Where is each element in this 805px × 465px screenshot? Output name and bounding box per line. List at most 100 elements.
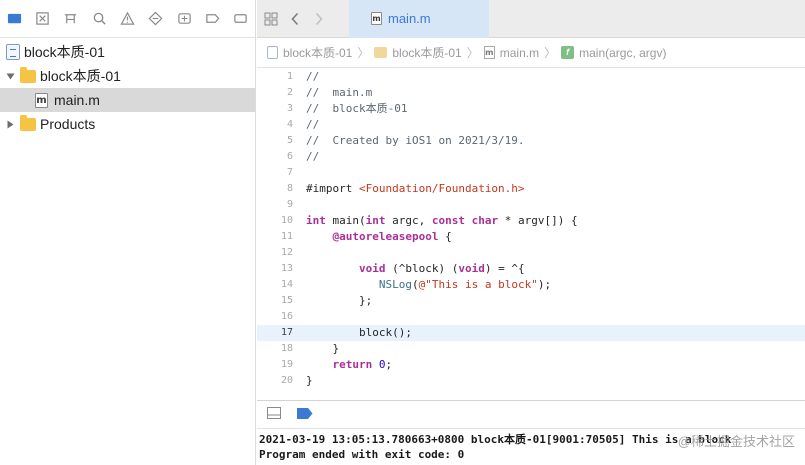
code-line[interactable]: 3 // block本质-01 [257,101,805,117]
code-line[interactable]: 10 int main(int argc, const char * argv[]… [257,213,805,229]
line-number[interactable]: 4 [257,117,293,133]
tab-label: main.m [388,11,431,26]
disclosure-collapsed-icon[interactable] [4,118,16,130]
source-editor: m main.m block本质-01 〉 block本质-01 〉 m mai… [257,0,805,400]
breakpoints-toggle-icon[interactable] [297,407,313,422]
project-file-icon [267,46,278,59]
tree-item-label: block本质-01 [24,44,105,60]
tree-item-products[interactable]: Products [0,112,255,136]
code-line[interactable]: 9 [257,197,805,213]
forward-chevron-icon[interactable] [307,0,331,38]
line-number[interactable]: 20 [257,373,293,389]
test-icon[interactable] [142,0,170,38]
project-navigator-icon[interactable] [0,0,28,38]
chevron-right-icon: 〉 [544,46,557,60]
file-tree: block本质-01 block本质-01 m main.m Products [0,38,255,136]
code-line[interactable]: 13 void (^block) (void) = ^{ [257,261,805,277]
tree-item-label: Products [40,116,96,132]
code-line[interactable]: 7 [257,165,805,181]
chevron-right-icon: 〉 [357,46,370,60]
jump-bar-project[interactable]: block本质-01 [283,44,352,61]
disclosure-expanded-icon[interactable] [4,70,16,82]
code-line[interactable]: 4 // [257,117,805,133]
code-text: // [306,118,320,131]
folder-icon [20,114,36,131]
line-number[interactable]: 8 [257,181,293,197]
code-text: // Created by iOS1 on 2021/3/19. [306,134,525,147]
code-text: int main(int argc, const char * argv[]) … [306,214,578,227]
source-control-icon[interactable] [28,0,56,38]
code-line[interactable]: 17 block(); [257,325,805,341]
function-icon: f [561,46,575,59]
symbol-navigator-icon[interactable] [57,0,85,38]
issue-icon[interactable] [113,0,141,38]
code-area[interactable]: 1 // 2 // main.m 3 // block本质-01 4 // 5 // Create… [257,69,805,400]
line-number[interactable]: 17 [257,325,293,341]
related-items-icon[interactable] [259,0,283,38]
line-number[interactable]: 6 [257,149,293,165]
code-text: // main.m [306,86,373,99]
code-text: void (^block) (void) = ^{ [358,262,525,275]
code-line[interactable]: 2 // main.m [257,85,805,101]
code-line[interactable]: 16 [257,309,805,325]
folder-icon [20,66,36,83]
project-file-icon [6,44,20,60]
code-line[interactable]: 6 // [257,149,805,165]
code-text: // block本质-01 [306,102,408,115]
line-number[interactable]: 5 [257,133,293,149]
code-text: NSLog(@"This is a block"); [378,278,552,291]
line-number[interactable]: 10 [257,213,293,229]
code-text: } [306,342,340,355]
tab-main-m[interactable]: m main.m [349,0,489,38]
report-icon[interactable] [227,0,255,38]
line-number[interactable]: 12 [257,245,293,261]
find-icon[interactable] [85,0,113,38]
jump-bar-file[interactable]: main.m [500,46,539,60]
project-navigator: block本质-01 block本质-01 m main.m Products [0,0,256,465]
code-text: }; [306,294,373,307]
code-line[interactable]: 18 } [257,341,805,357]
line-number[interactable]: 3 [257,101,293,117]
code-line[interactable]: 20} [257,373,805,389]
line-number[interactable]: 1 [257,69,293,85]
debug-icon[interactable] [170,0,198,38]
navigator-toolbar [0,0,255,38]
tree-item-main-m[interactable]: m main.m [0,88,255,112]
tree-item-group[interactable]: block本质-01 [0,64,255,88]
chevron-right-icon: 〉 [466,46,479,60]
hide-debug-area-icon[interactable] [267,407,281,422]
code-line[interactable]: 12 [257,245,805,261]
jump-bar-group[interactable]: block本质-01 [392,44,461,61]
line-number[interactable]: 18 [257,341,293,357]
code-line[interactable]: 19 return 0; [257,357,805,373]
code-line[interactable]: 5 // Created by iOS1 on 2021/3/19. [257,133,805,149]
line-number[interactable]: 2 [257,85,293,101]
breakpoint-icon[interactable] [198,0,226,38]
code-line[interactable]: 14 NSLog(@"This is a block"); [257,277,805,293]
jump-bar: block本质-01 〉 block本质-01 〉 m main.m 〉 f m… [257,38,805,68]
line-number[interactable]: 13 [257,261,293,277]
m-file-icon: m [371,12,382,25]
line-number[interactable]: 15 [257,293,293,309]
line-number[interactable]: 19 [257,357,293,373]
code-line[interactable]: 1 // [257,69,805,85]
back-chevron-icon[interactable] [283,0,307,38]
code-text: // [306,70,320,83]
line-number[interactable]: 9 [257,197,293,213]
watermark: @稀土掘金技术社区 [677,434,795,449]
code-text: return 0; [332,358,393,371]
line-number[interactable]: 11 [257,229,293,245]
code-text: block(); [306,326,412,339]
code-text: @autoreleasepool { [332,230,452,243]
code-text: } [306,374,313,387]
line-number[interactable]: 16 [257,309,293,325]
jump-bar-symbol[interactable]: main(argc, argv) [579,46,666,60]
line-number[interactable]: 7 [257,165,293,181]
debug-area: 2021-03-19 13:05:13.780663+0800 block本质-… [257,400,805,465]
code-line[interactable]: 8 #import <Foundation/Foundation.h> [257,181,805,197]
code-line[interactable]: 15 }; [257,293,805,309]
tree-item-project[interactable]: block本质-01 [0,40,255,64]
folder-icon [374,47,388,58]
code-line[interactable]: 11 @autoreleasepool { [257,229,805,245]
line-number[interactable]: 14 [257,277,293,293]
